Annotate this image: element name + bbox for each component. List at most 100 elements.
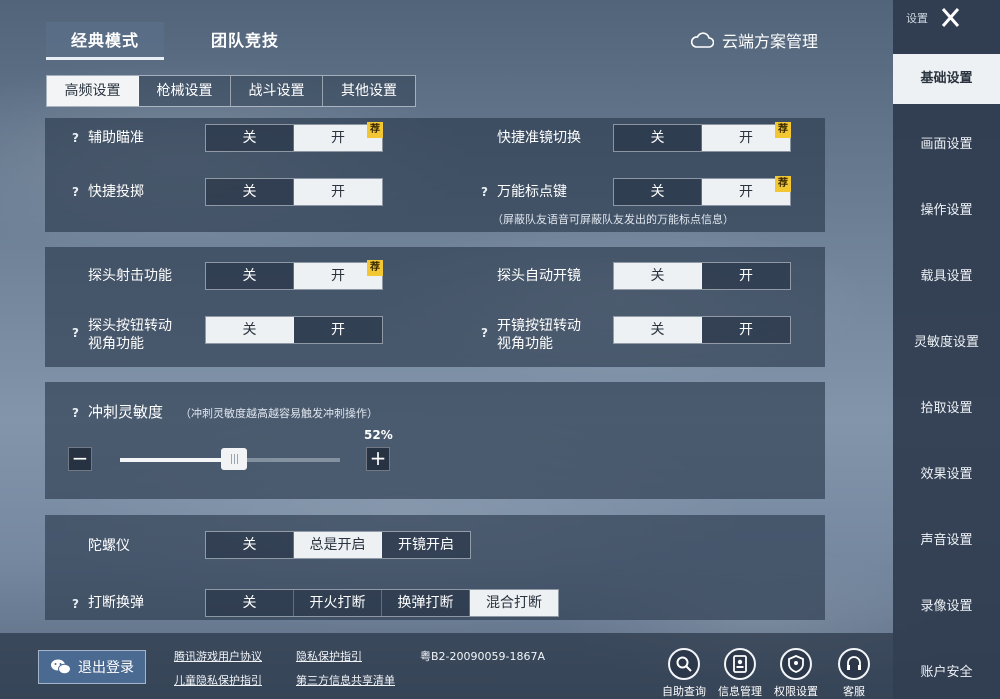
help-icon[interactable]: ? bbox=[72, 131, 79, 145]
decrease-button[interactable]: − bbox=[68, 447, 92, 471]
tab-classic-mode[interactable]: 经典模式 bbox=[46, 22, 164, 60]
slider-thumb[interactable] bbox=[221, 448, 248, 470]
recommend-badge: 荐 bbox=[775, 176, 791, 192]
sidebar-item-controls[interactable]: 操作设置 bbox=[893, 186, 1000, 236]
gyro-label: 陀螺仪 bbox=[88, 538, 130, 554]
universal-mark-on[interactable]: 开荐 bbox=[702, 176, 791, 205]
quick-throw-label: 快捷投掷 bbox=[88, 184, 144, 200]
tab-team-deathmatch[interactable]: 团队竞技 bbox=[186, 22, 304, 60]
permission-button[interactable]: 权限设置 bbox=[768, 648, 824, 699]
sidebar-item-account-security[interactable]: 账户安全 bbox=[893, 648, 1000, 698]
mode-tabs: 经典模式 团队竞技 bbox=[46, 22, 326, 60]
peek-auto-scope-on[interactable]: 开 bbox=[702, 263, 790, 289]
logout-label: 退出登录 bbox=[78, 660, 134, 676]
license-number: 粤B2-20090059-1867A bbox=[420, 650, 545, 663]
permission-label: 权限设置 bbox=[774, 685, 818, 698]
interrupt-by-fire[interactable]: 开火打断 bbox=[294, 590, 382, 616]
interrupt-reload-off[interactable]: 关 bbox=[206, 590, 294, 616]
help-icon[interactable]: ? bbox=[72, 597, 79, 611]
interrupt-reload-label: 打断换弹 bbox=[88, 595, 144, 611]
universal-mark-label: 万能标点键 bbox=[497, 184, 567, 200]
self-service-label: 自助查询 bbox=[662, 685, 706, 698]
sprint-sensitivity-label: 冲刺灵敏度 bbox=[88, 403, 164, 421]
quick-throw-toggle: 关 开 bbox=[205, 178, 383, 206]
gyro-always-on[interactable]: 总是开启 bbox=[294, 532, 382, 558]
peek-button-rotate-label-2: 视角功能 bbox=[88, 336, 144, 352]
sprint-sensitivity-note: （冲刺灵敏度越高越容易触发冲刺操作） bbox=[180, 407, 378, 420]
customer-service-button[interactable]: 客服 bbox=[826, 648, 882, 699]
user-agreement-link[interactable]: 腾讯游戏用户协议 bbox=[174, 648, 262, 664]
scope-button-rotate-on[interactable]: 开 bbox=[702, 317, 790, 343]
peek-fire-toggle: 关 开荐 bbox=[205, 260, 383, 290]
slider-fill bbox=[120, 458, 235, 462]
sidebar-item-pickup[interactable]: 拾取设置 bbox=[893, 384, 1000, 434]
peek-auto-scope-toggle: 关 开 bbox=[613, 262, 791, 290]
quick-scope-switch-toggle: 关 开荐 bbox=[613, 122, 791, 152]
slider-value: 52% bbox=[364, 428, 393, 442]
sub-tabs: 高频设置 枪械设置 战斗设置 其他设置 bbox=[46, 75, 416, 107]
peek-fire-off[interactable]: 关 bbox=[206, 263, 294, 289]
settings-header: 设置 bbox=[906, 12, 928, 25]
privacy-guide-link[interactable]: 隐私保护指引 bbox=[296, 648, 362, 664]
sidebar-item-audio[interactable]: 声音设置 bbox=[893, 516, 1000, 566]
close-button[interactable] bbox=[934, 4, 966, 32]
peek-auto-scope-off[interactable]: 关 bbox=[614, 263, 702, 289]
quick-throw-off[interactable]: 关 bbox=[206, 179, 294, 205]
grip-line bbox=[230, 454, 232, 464]
shield-icon bbox=[780, 648, 812, 680]
tab-weapon[interactable]: 枪械设置 bbox=[139, 76, 231, 106]
help-icon[interactable]: ? bbox=[72, 326, 79, 340]
cloud-manage-label: 云端方案管理 bbox=[722, 32, 819, 51]
universal-mark-off[interactable]: 关 bbox=[614, 179, 702, 205]
sidebar-item-basic[interactable]: 基础设置 bbox=[893, 54, 1000, 104]
increase-button[interactable]: + bbox=[366, 447, 390, 471]
quick-scope-switch-off[interactable]: 关 bbox=[614, 125, 702, 151]
help-icon[interactable]: ? bbox=[72, 185, 79, 199]
universal-mark-toggle: 关 开荐 bbox=[613, 176, 791, 206]
help-icon[interactable]: ? bbox=[481, 326, 488, 340]
gyro-off[interactable]: 关 bbox=[206, 532, 294, 558]
sidebar-item-sensitivity[interactable]: 灵敏度设置 bbox=[893, 318, 1000, 368]
gyro-scope-on[interactable]: 开镜开启 bbox=[382, 532, 470, 558]
sidebar-item-effects[interactable]: 效果设置 bbox=[893, 450, 1000, 500]
aim-assist-label: 辅助瞄准 bbox=[88, 130, 144, 146]
quick-scope-switch-on[interactable]: 开荐 bbox=[702, 122, 791, 151]
cloud-manage-button[interactable]: 云端方案管理 bbox=[690, 28, 818, 52]
tab-high-frequency[interactable]: 高频设置 bbox=[47, 76, 139, 106]
universal-mark-note: （屏蔽队友语音可屏蔽队友发出的万能标点信息） bbox=[492, 213, 734, 226]
cloud-icon bbox=[690, 32, 714, 48]
peek-auto-scope-label: 探头自动开镜 bbox=[497, 268, 581, 284]
third-party-list-link[interactable]: 第三方信息共享清单 bbox=[296, 672, 395, 688]
child-privacy-link[interactable]: 儿童隐私保护指引 bbox=[174, 672, 262, 688]
wechat-icon bbox=[51, 659, 71, 675]
gyro-options: 关 总是开启 开镜开启 bbox=[205, 531, 471, 559]
info-manage-button[interactable]: 信息管理 bbox=[712, 648, 768, 699]
help-icon[interactable]: ? bbox=[72, 406, 79, 420]
option-label: 开 bbox=[331, 268, 345, 284]
customer-service-label: 客服 bbox=[843, 685, 865, 698]
recommend-badge: 荐 bbox=[775, 122, 791, 138]
aim-assist-off[interactable]: 关 bbox=[206, 125, 294, 151]
peek-fire-on[interactable]: 开荐 bbox=[294, 260, 383, 289]
logout-button[interactable]: 退出登录 bbox=[38, 650, 146, 684]
quick-throw-on[interactable]: 开 bbox=[294, 179, 382, 205]
self-service-button[interactable]: 自助查询 bbox=[656, 648, 712, 699]
sidebar-item-recording[interactable]: 录像设置 bbox=[893, 582, 1000, 632]
interrupt-by-reload[interactable]: 换弹打断 bbox=[382, 590, 470, 616]
quick-scope-switch-label: 快捷准镜切换 bbox=[497, 130, 581, 146]
sidebar-item-vehicle[interactable]: 载具设置 bbox=[893, 252, 1000, 302]
help-icon[interactable]: ? bbox=[481, 185, 488, 199]
scope-button-rotate-off[interactable]: 关 bbox=[614, 317, 702, 343]
tab-other[interactable]: 其他设置 bbox=[323, 76, 415, 106]
peek-button-rotate-off[interactable]: 关 bbox=[206, 317, 294, 343]
option-label: 开 bbox=[331, 130, 345, 146]
peek-button-rotate-on[interactable]: 开 bbox=[294, 317, 382, 343]
aim-assist-on[interactable]: 开荐 bbox=[294, 122, 383, 151]
tab-combat[interactable]: 战斗设置 bbox=[231, 76, 323, 106]
sidebar-item-graphics[interactable]: 画面设置 bbox=[893, 120, 1000, 170]
peek-button-rotate-toggle: 关 开 bbox=[205, 316, 383, 344]
scope-button-rotate-toggle: 关 开 bbox=[613, 316, 791, 344]
interrupt-mixed[interactable]: 混合打断 bbox=[470, 590, 558, 616]
aim-assist-toggle: 关 开荐 bbox=[205, 122, 383, 152]
grip-line bbox=[236, 454, 238, 464]
